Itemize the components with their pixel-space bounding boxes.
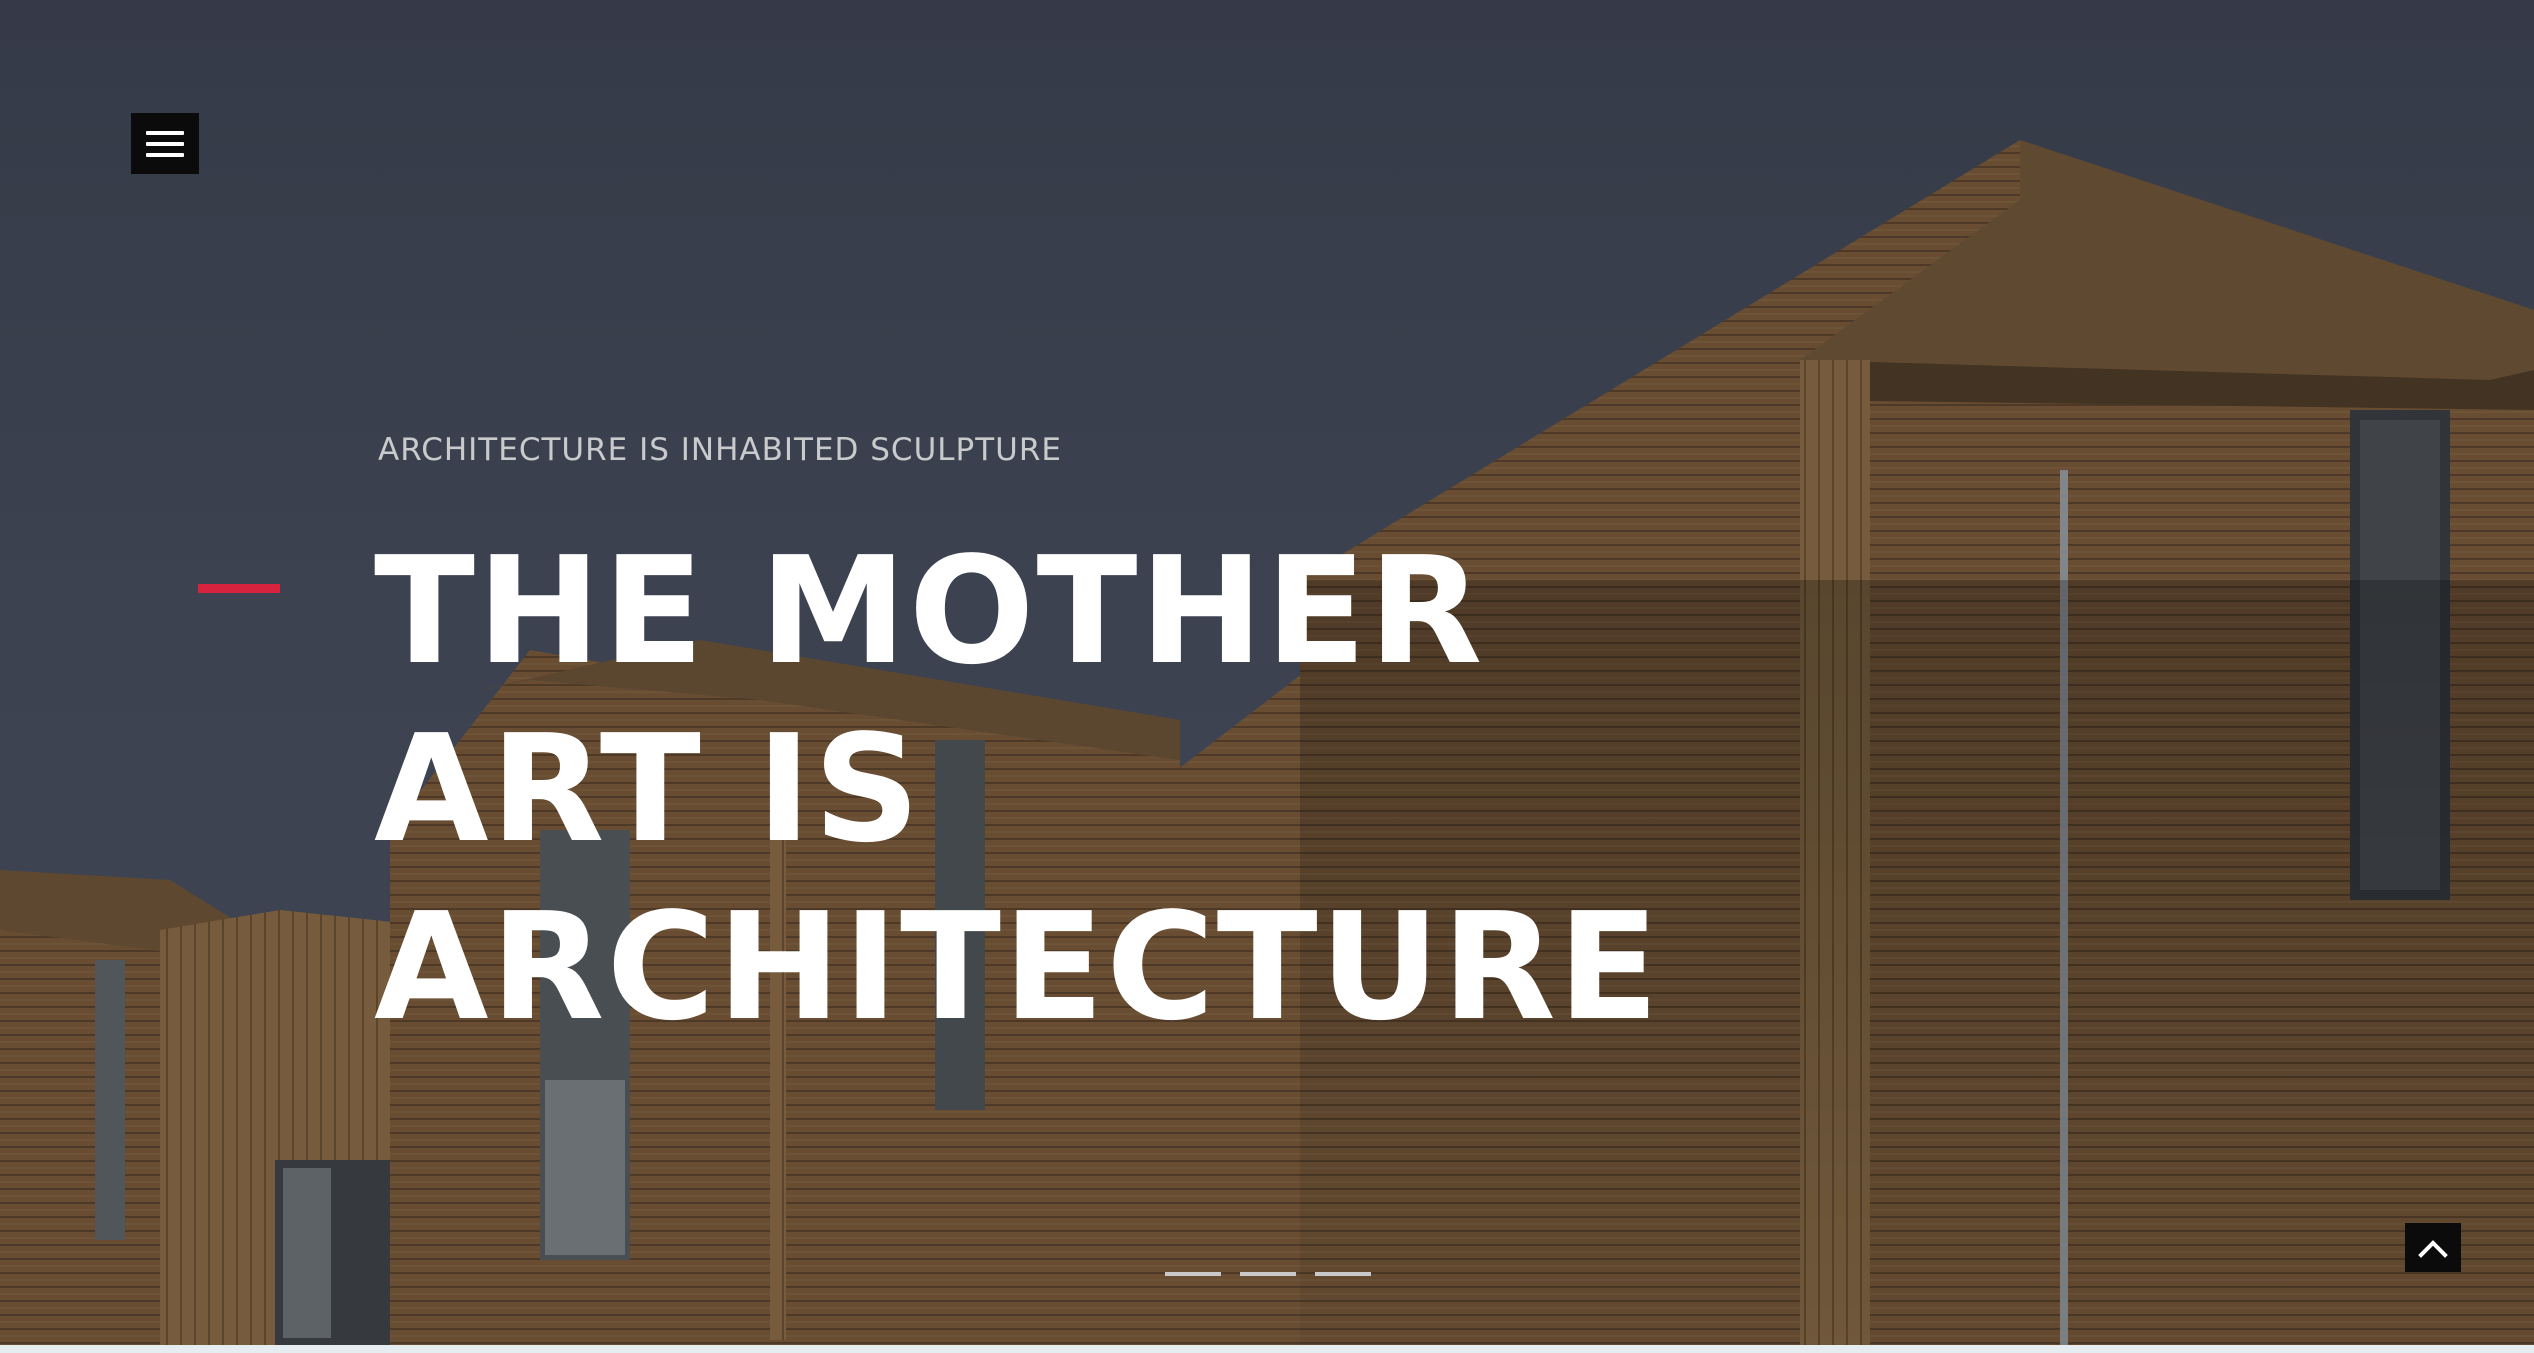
hamburger-icon: [146, 130, 184, 135]
hamburger-icon-bar: [146, 141, 184, 146]
page-bottom-edge: [0, 1345, 2534, 1353]
hero-tagline: ARCHITECTURE IS INHABITED SCULPTURE: [378, 432, 1062, 468]
slider-dot-3[interactable]: [1315, 1272, 1371, 1276]
headline-line-1: THE MOTHER: [374, 525, 1485, 697]
scroll-to-top-button[interactable]: [2405, 1223, 2461, 1272]
slider-dot-1[interactable]: [1165, 1272, 1221, 1276]
slider-pagination: [1165, 1272, 1371, 1276]
accent-dash: [198, 584, 280, 593]
menu-button[interactable]: [131, 113, 199, 174]
headline-line-2: ART IS: [374, 703, 922, 875]
headline-line-3: ARCHITECTURE: [374, 881, 1661, 1053]
hero-headline: THE MOTHER ART IS ARCHITECTURE: [374, 522, 1661, 1056]
hamburger-icon-bar: [146, 152, 184, 157]
slider-dot-2[interactable]: [1240, 1272, 1296, 1276]
chevron-up-icon: [2418, 1239, 2448, 1258]
